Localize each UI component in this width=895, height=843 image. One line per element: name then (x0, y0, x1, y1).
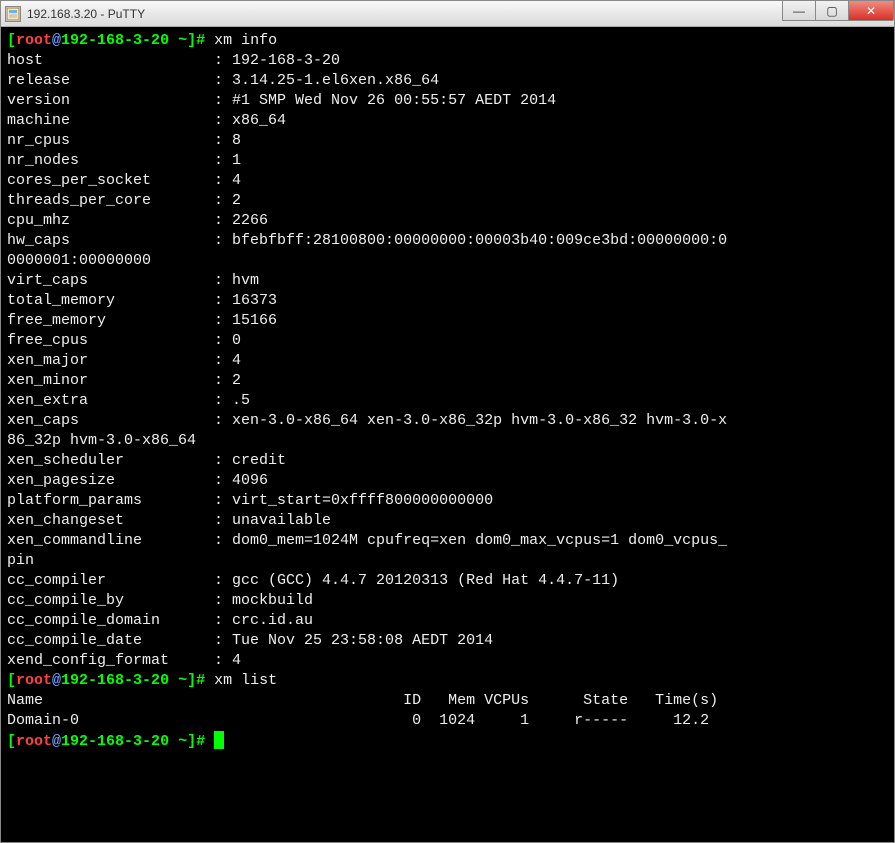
window-title: 192.168.3.20 - PuTTY (27, 7, 145, 21)
terminal-line: free_cpus : 0 (7, 331, 888, 351)
putty-icon (5, 6, 21, 22)
terminal-line: cores_per_socket : 4 (7, 171, 888, 191)
terminal-line: cc_compile_by : mockbuild (7, 591, 888, 611)
terminal-line: cpu_mhz : 2266 (7, 211, 888, 231)
close-icon: ✕ (866, 4, 876, 18)
terminal-line: 86_32p hvm-3.0-x86_64 (7, 431, 888, 451)
terminal-line: pin (7, 551, 888, 571)
terminal-line: xen_scheduler : credit (7, 451, 888, 471)
terminal-line: xend_config_format : 4 (7, 651, 888, 671)
terminal-line: xen_minor : 2 (7, 371, 888, 391)
maximize-icon: ▢ (826, 4, 837, 18)
terminal-line: [root@192-168-3-20 ~]# xm info (7, 31, 888, 51)
terminal-line: Domain-0 0 1024 1 r----- 12.2 (7, 711, 888, 731)
terminal-line: xen_extra : .5 (7, 391, 888, 411)
putty-window: 192.168.3.20 - PuTTY — ▢ ✕ [root@192-168… (0, 0, 895, 843)
minimize-button[interactable]: — (782, 1, 816, 21)
terminal-line: 0000001:00000000 (7, 251, 888, 271)
terminal-line: release : 3.14.25-1.el6xen.x86_64 (7, 71, 888, 91)
terminal-line: free_memory : 15166 (7, 311, 888, 331)
terminal-line: version : #1 SMP Wed Nov 26 00:55:57 AED… (7, 91, 888, 111)
terminal-line: total_memory : 16373 (7, 291, 888, 311)
window-buttons: — ▢ ✕ (783, 1, 894, 26)
terminal-line: cc_compile_domain : crc.id.au (7, 611, 888, 631)
terminal-line: [root@192-168-3-20 ~]# xm list (7, 671, 888, 691)
terminal-line: cc_compile_date : Tue Nov 25 23:58:08 AE… (7, 631, 888, 651)
terminal-line: xen_major : 4 (7, 351, 888, 371)
terminal-line: Name ID Mem VCPUs State Time(s) (7, 691, 888, 711)
terminal-line: xen_changeset : unavailable (7, 511, 888, 531)
maximize-button[interactable]: ▢ (815, 1, 849, 21)
terminal-line: machine : x86_64 (7, 111, 888, 131)
terminal-line: nr_nodes : 1 (7, 151, 888, 171)
cursor (214, 731, 224, 749)
terminal-line: platform_params : virt_start=0xffff80000… (7, 491, 888, 511)
terminal-line: cc_compiler : gcc (GCC) 4.4.7 20120313 (… (7, 571, 888, 591)
terminal-line: hw_caps : bfebfbff:28100800:00000000:000… (7, 231, 888, 251)
terminal-line: xen_commandline : dom0_mem=1024M cpufreq… (7, 531, 888, 551)
terminal-area[interactable]: [root@192-168-3-20 ~]# xm infohost : 192… (1, 27, 894, 842)
minimize-icon: — (793, 4, 805, 18)
terminal-line: threads_per_core : 2 (7, 191, 888, 211)
terminal-line: nr_cpus : 8 (7, 131, 888, 151)
titlebar[interactable]: 192.168.3.20 - PuTTY — ▢ ✕ (1, 1, 894, 27)
close-button[interactable]: ✕ (848, 1, 894, 21)
terminal-line: virt_caps : hvm (7, 271, 888, 291)
terminal-line: xen_caps : xen-3.0-x86_64 xen-3.0-x86_32… (7, 411, 888, 431)
terminal-line: [root@192-168-3-20 ~]# (7, 731, 888, 752)
terminal-line: xen_pagesize : 4096 (7, 471, 888, 491)
terminal-line: host : 192-168-3-20 (7, 51, 888, 71)
